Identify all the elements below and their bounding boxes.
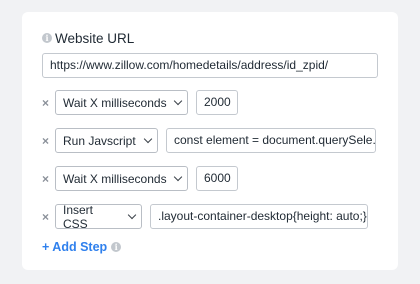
remove-step-icon[interactable]: × [42,134,55,148]
website-url-label-row: i Website URL [42,30,378,46]
step-row: × Wait X milliseconds 2000 [42,90,238,115]
settings-card: i Website URL https://www.zillow.com/hom… [22,12,398,270]
add-step-row: + Add Step i [42,240,122,254]
chevron-down-icon [173,172,183,181]
step-action-label: Run Javscript [63,133,136,148]
step-row: × Run Javscript const element = document… [42,128,376,153]
info-icon[interactable]: i [111,242,122,252]
add-step-link[interactable]: + Add Step [42,240,107,254]
step-value-input[interactable]: const element = document.querySele.. [166,128,376,153]
step-row: × Wait X milliseconds 6000 [42,166,238,191]
website-url-label: Website URL [55,30,135,46]
step-action-label: Insert CSS [63,202,94,231]
step-action-label: Wait X milliseconds [63,171,167,186]
step-action-select[interactable]: Wait X milliseconds [55,90,188,115]
remove-step-icon[interactable]: × [42,172,55,186]
step-action-select[interactable]: Wait X milliseconds [55,166,188,191]
chevron-down-icon [127,210,137,219]
step-action-select[interactable]: Insert CSS [55,202,142,231]
remove-step-icon[interactable]: × [42,96,55,110]
chevron-down-icon [143,134,153,143]
website-url-input[interactable]: https://www.zillow.com/homedetails/addre… [42,53,378,78]
step-value-input[interactable]: .layout-container-desktop{height: auto;} [150,204,368,229]
chevron-down-icon [173,96,183,105]
step-action-label: Wait X milliseconds [63,95,167,110]
info-icon[interactable]: i [42,33,52,43]
step-value-input[interactable]: 6000 [196,166,238,191]
remove-step-icon[interactable]: × [42,210,55,224]
step-value-input[interactable]: 2000 [196,90,238,115]
step-row: × Insert CSS .layout-container-desktop{h… [42,202,368,231]
step-action-select[interactable]: Run Javscript [55,128,158,153]
